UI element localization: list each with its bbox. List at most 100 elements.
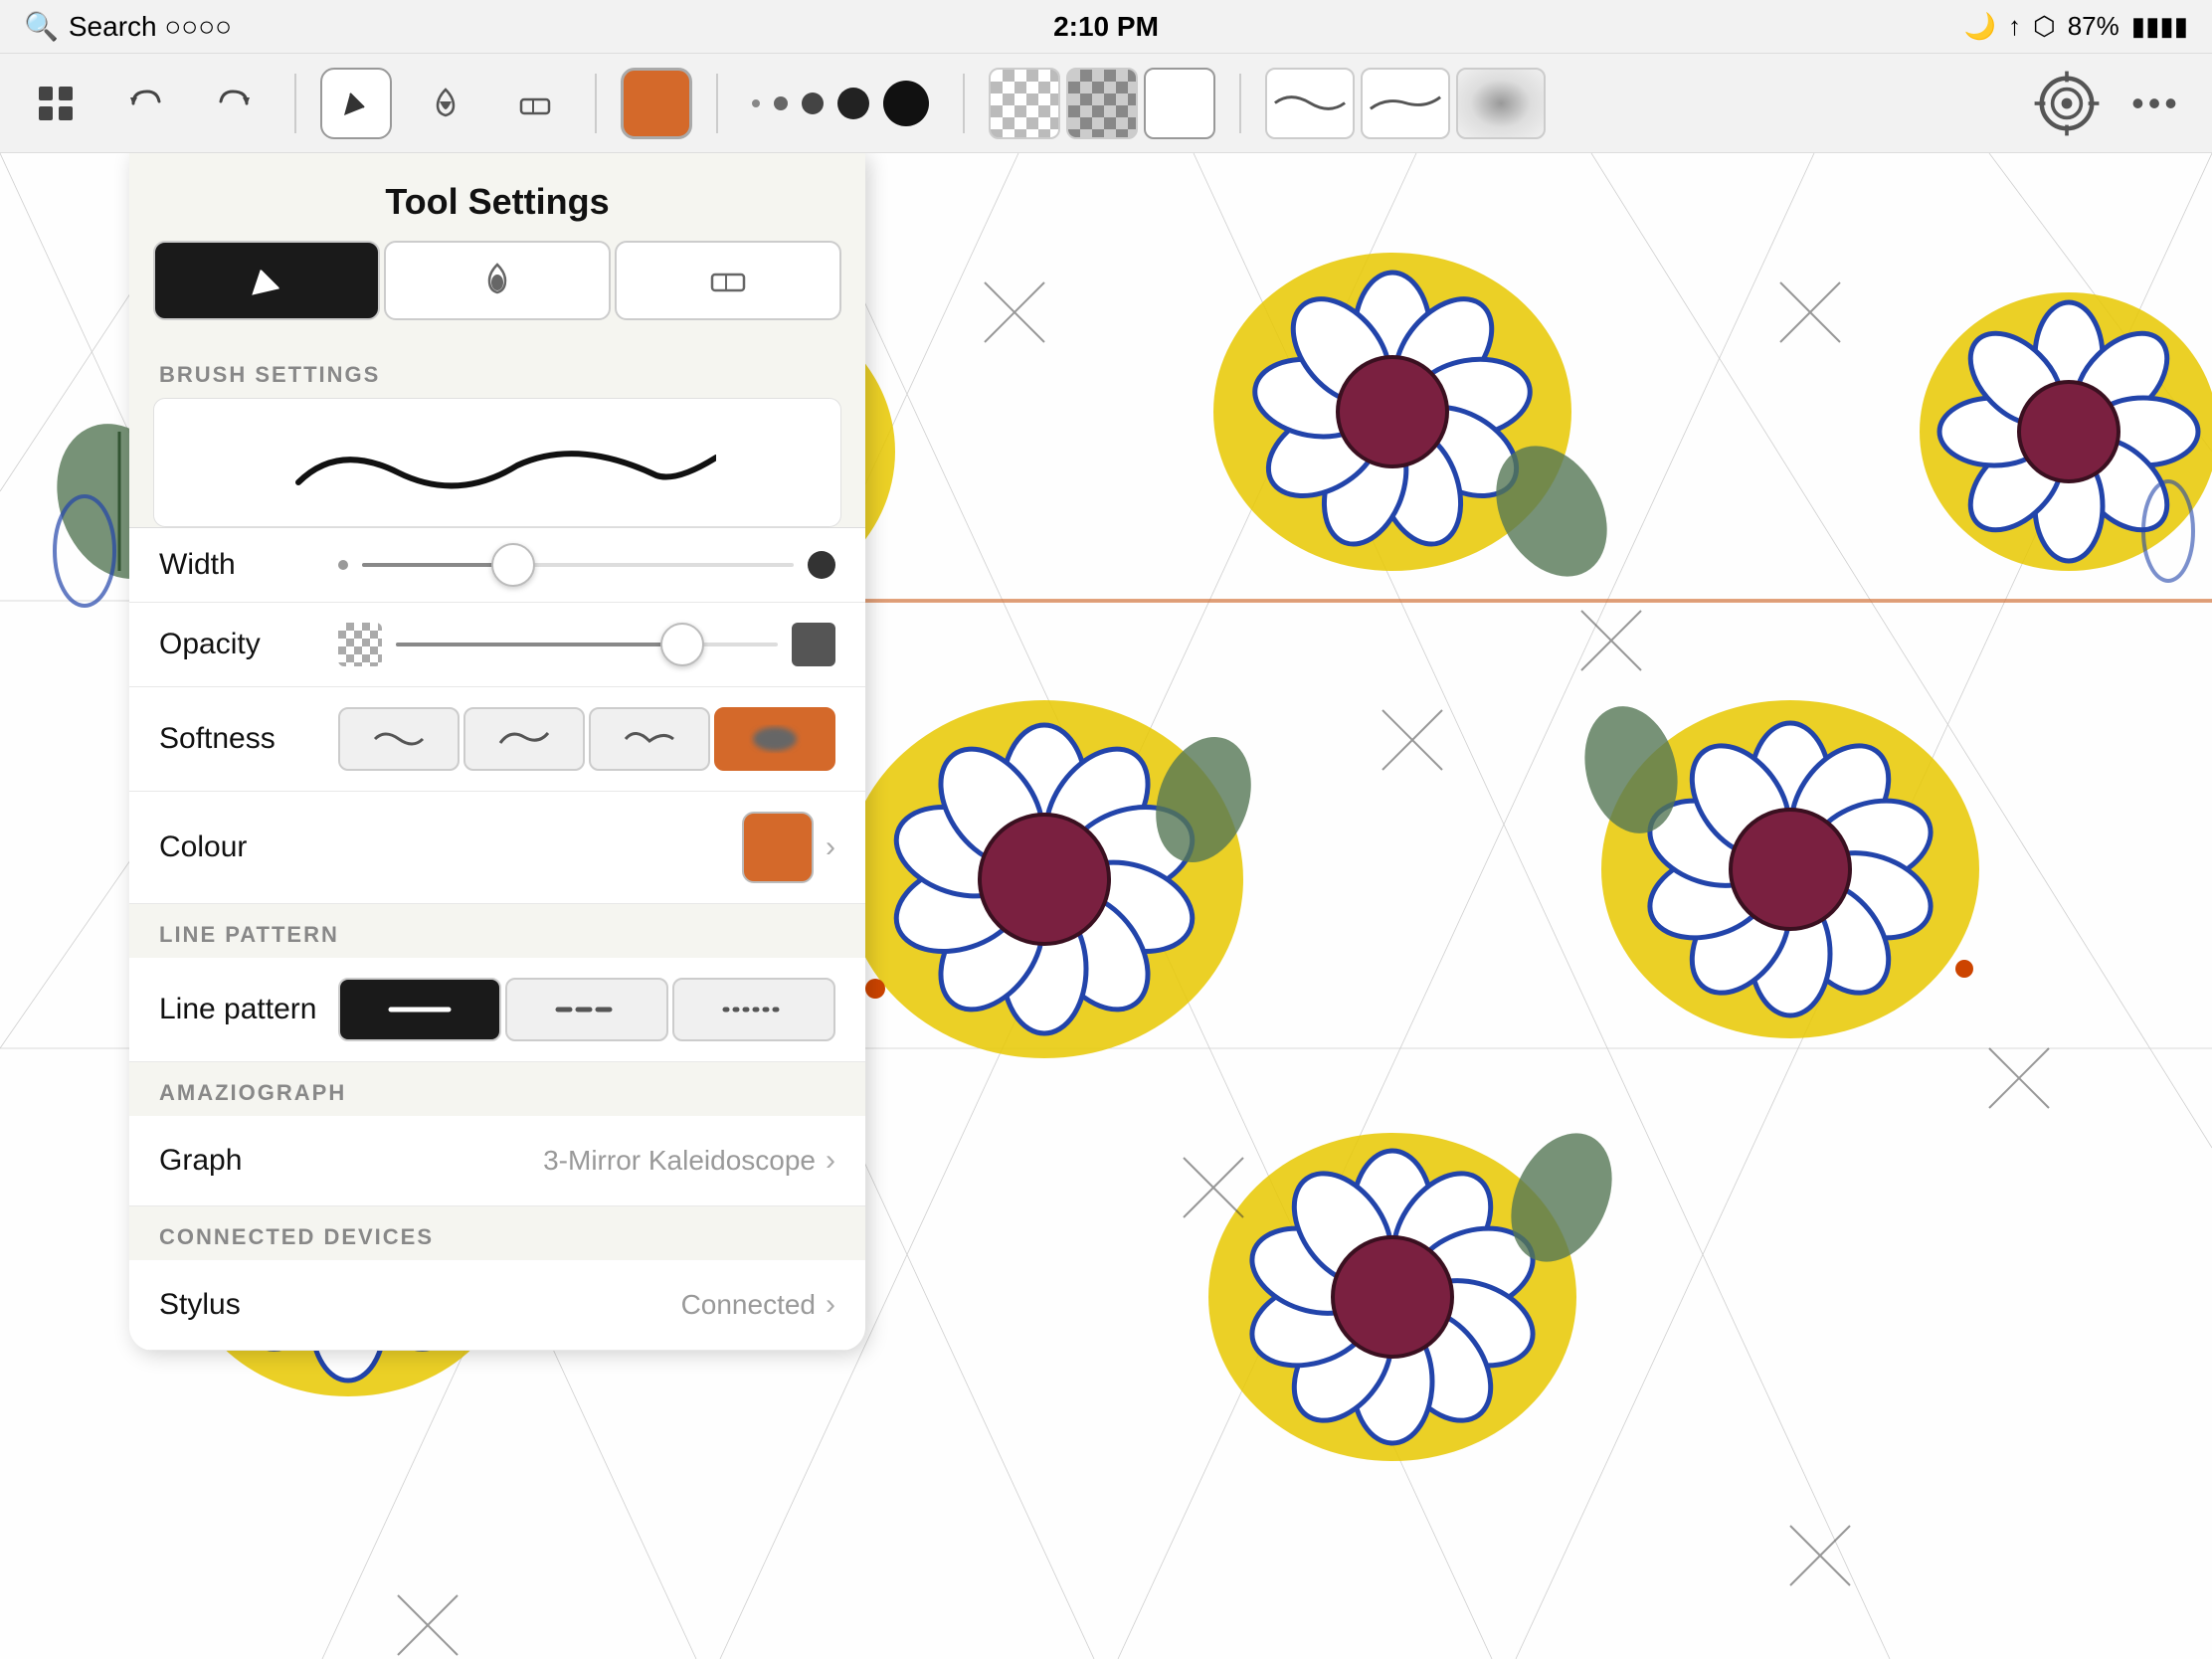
graph-label: Graph [159, 1144, 358, 1178]
paint-icon [426, 84, 465, 123]
brush-tab-icon [245, 259, 288, 302]
connected-devices-label: CONNECTED DEVICES [129, 1206, 865, 1260]
tool-settings-panel: Tool Settings [129, 153, 865, 1351]
colour-chevron-icon: › [826, 830, 835, 864]
softness-3-icon [622, 721, 677, 757]
battery-icon: ▮▮▮▮ [2131, 11, 2188, 42]
texture-group [989, 68, 1215, 139]
grid-icon [36, 84, 76, 123]
stylus-value: Connected [358, 1289, 826, 1321]
stroke-sharp-icon [1367, 84, 1444, 122]
width-control [338, 551, 835, 579]
graph-chevron-icon: › [826, 1144, 835, 1178]
line-solid-icon [385, 992, 455, 1027]
opacity-slider-thumb[interactable] [660, 623, 704, 666]
opacity-slider-fill [396, 643, 682, 646]
line-pattern-label: LINE PATTERN [129, 904, 865, 958]
stroke-wavy-icon [1271, 84, 1349, 122]
color-swatch[interactable] [621, 68, 692, 139]
erase-tab-icon [706, 259, 750, 302]
panel-tool-tabs [153, 241, 841, 320]
pencil-icon [336, 84, 376, 123]
graph-row[interactable]: Graph 3-Mirror Kaleidoscope › [129, 1116, 865, 1206]
amaziograph-label: AMAZIOGRAPH [129, 1062, 865, 1116]
more-button[interactable]: ••• [2120, 68, 2192, 139]
softness-group [338, 707, 835, 771]
tab-brush[interactable] [153, 241, 380, 320]
stylus-chevron-icon: › [826, 1288, 835, 1322]
brush-size-sm[interactable] [774, 96, 788, 110]
status-right: 🌙 ↑ ⬡ 87% ▮▮▮▮ [1964, 11, 2188, 42]
divider-5 [1239, 74, 1241, 133]
colour-swatch[interactable] [742, 812, 814, 883]
softness-btn-1[interactable] [338, 707, 460, 771]
width-slider-thumb[interactable] [491, 543, 535, 587]
softness-btn-2[interactable] [463, 707, 585, 771]
width-row: Width [129, 528, 865, 603]
width-slider-track[interactable] [362, 563, 794, 567]
colour-control: › [338, 812, 835, 883]
undo-button[interactable] [109, 68, 181, 139]
nav-group [20, 68, 92, 139]
softness-btn-4[interactable] [714, 707, 835, 771]
undo-icon [125, 84, 165, 123]
bluetooth-icon: ⬡ [2033, 11, 2056, 42]
paint-tool-button[interactable] [410, 68, 481, 139]
softness-4-icon [747, 721, 803, 757]
divider-3 [716, 74, 718, 133]
eraser-icon [515, 84, 555, 123]
battery-label: 87% [2068, 11, 2120, 42]
tab-erase[interactable] [615, 241, 841, 320]
pencil-tool-button[interactable] [320, 68, 392, 139]
stylus-row[interactable]: Stylus Connected › [129, 1260, 865, 1351]
divider-4 [963, 74, 965, 133]
location-icon: ↑ [2008, 11, 2021, 42]
opacity-max-indicator [792, 623, 835, 666]
width-max-dot [808, 551, 835, 579]
divider-1 [294, 74, 296, 133]
brush-size-group [742, 81, 939, 126]
texture-checkerboard-2[interactable] [1066, 68, 1138, 139]
opacity-row: Opacity [129, 603, 865, 687]
toolbar: ••• [0, 54, 2212, 153]
brush-size-xs[interactable] [752, 99, 760, 107]
line-dotted-icon [719, 992, 789, 1027]
width-min-dot [338, 560, 348, 570]
status-time: 2:10 PM [1053, 11, 1159, 43]
opacity-slider-track[interactable] [396, 643, 778, 646]
line-pattern-dotted[interactable] [672, 978, 835, 1041]
target-button[interactable] [2031, 68, 2103, 139]
brush-preview-svg [278, 418, 716, 507]
redo-button[interactable] [199, 68, 271, 139]
opacity-label: Opacity [159, 628, 338, 661]
stroke-blur[interactable] [1456, 68, 1546, 139]
stroke-group [1265, 68, 1546, 139]
width-label: Width [159, 548, 338, 582]
line-pattern-dashed[interactable] [505, 978, 668, 1041]
brush-size-lg[interactable] [837, 88, 869, 119]
brush-preview [153, 398, 841, 527]
line-pattern-group [338, 978, 835, 1041]
status-search-text: Search ○○○○ [69, 11, 232, 43]
line-pattern-row: Line pattern [129, 958, 865, 1062]
texture-white[interactable] [1144, 68, 1215, 139]
paint-tab-icon [475, 259, 519, 302]
brush-size-xl[interactable] [883, 81, 929, 126]
softness-2-icon [496, 721, 552, 757]
brush-size-md[interactable] [802, 92, 824, 114]
stroke-wavy[interactable] [1265, 68, 1355, 139]
brush-settings-label: BRUSH SETTINGS [129, 344, 865, 398]
texture-checkerboard-1[interactable] [989, 68, 1060, 139]
graph-value: 3-Mirror Kaleidoscope [358, 1145, 826, 1177]
moon-icon: 🌙 [1964, 11, 1996, 42]
grid-button[interactable] [20, 68, 92, 139]
softness-btn-3[interactable] [589, 707, 710, 771]
status-bar: 🔍 Search ○○○○ 2:10 PM 🌙 ↑ ⬡ 87% ▮▮▮▮ [0, 0, 2212, 54]
status-left: 🔍 Search ○○○○ [24, 10, 232, 43]
line-pattern-solid[interactable] [338, 978, 501, 1041]
softness-row: Softness [129, 687, 865, 792]
eraser-tool-button[interactable] [499, 68, 571, 139]
stroke-sharp[interactable] [1361, 68, 1450, 139]
divider-2 [595, 74, 597, 133]
tab-paint[interactable] [384, 241, 611, 320]
